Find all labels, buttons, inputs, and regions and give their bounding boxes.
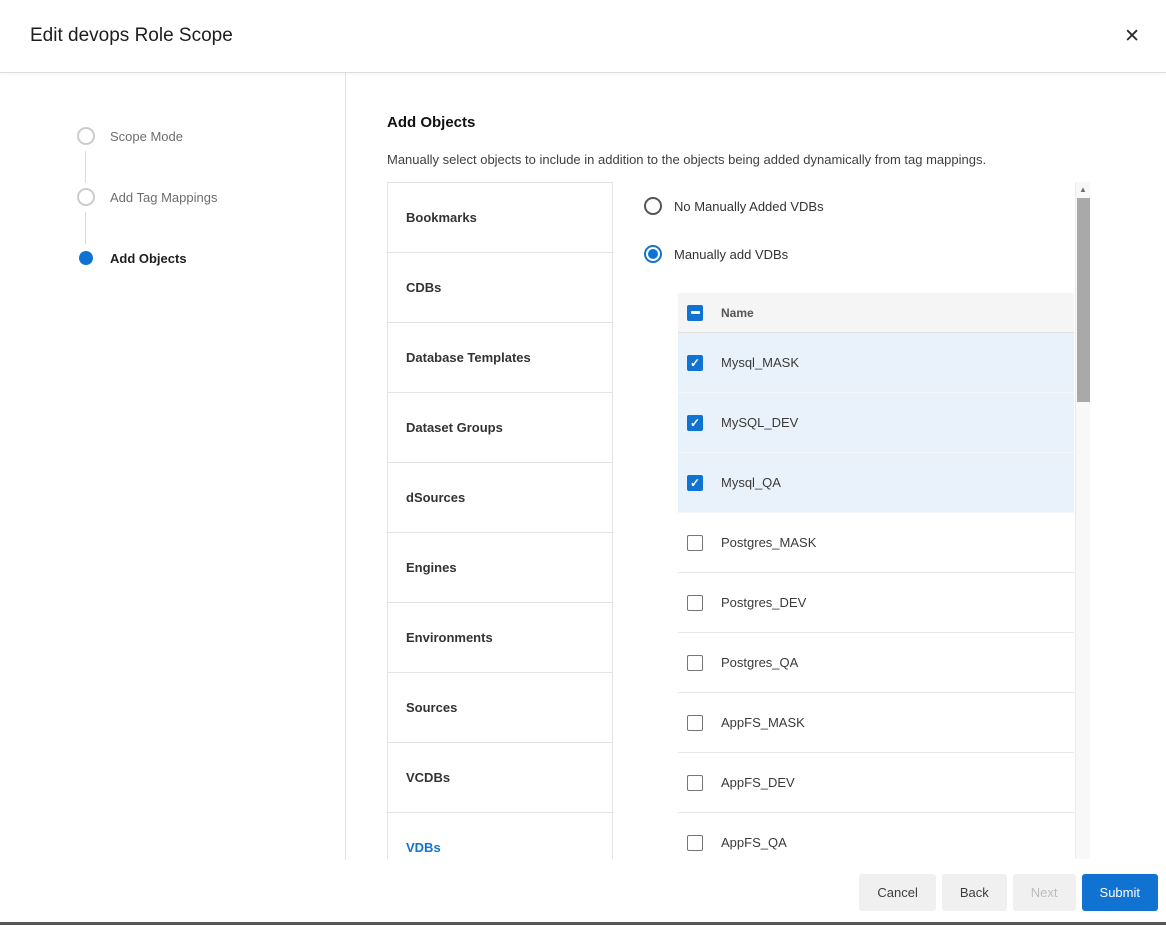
step-content: Add Objects Manually select objects to i… [346,73,1166,860]
category-label: CDBs [406,280,441,295]
row-checkbox[interactable] [687,355,703,371]
row-name: Mysql_MASK [721,355,799,370]
scrollbar-thumb[interactable] [1077,198,1090,402]
radio-label: Manually add VDBs [674,247,788,262]
next-button: Next [1013,874,1076,911]
vdb-mode-radio-group: No Manually Added VDBs Manually add VDBs [644,182,1074,263]
row-name: Postgres_QA [721,655,798,670]
category-label: Environments [406,630,493,645]
category-tab-dataset-groups[interactable]: Dataset Groups [387,393,613,463]
table-row-appfs-dev[interactable]: AppFS_DEV [678,753,1074,813]
row-checkbox[interactable] [687,715,703,731]
table-row-postgres-dev[interactable]: Postgres_DEV [678,573,1074,633]
radio-label: No Manually Added VDBs [674,199,824,214]
stepper-step-add-tag-mappings[interactable]: Add Tag Mappings [77,188,345,249]
category-tab-vcdbs[interactable]: VCDBs [387,743,613,813]
category-tab-environments[interactable]: Environments [387,603,613,673]
wizard-stepper: Scope Mode Add Tag Mappings Add Objects [0,73,346,860]
table-row-appfs-qa[interactable]: AppFS_QA [678,813,1074,859]
table-header-row: Name [678,293,1074,333]
row-name: Mysql_QA [721,475,781,490]
row-name: Postgres_DEV [721,595,806,610]
category-label: Database Templates [406,350,531,365]
table-body: Mysql_MASK MySQL_DEV Mysql_QA Postgres_M… [678,333,1074,859]
step-label: Add Objects [110,250,187,267]
scrollbar-up-button[interactable]: ▲ [1076,182,1090,197]
object-selection-panel: Bookmarks CDBs Database Templates Datase… [387,182,1090,859]
category-label: Engines [406,560,457,575]
row-checkbox[interactable] [687,595,703,611]
name-column-header: Name [721,306,754,320]
table-row-postgres-qa[interactable]: Postgres_QA [678,633,1074,693]
dialog-footer: Cancel Back Next Submit [0,860,1166,925]
table-row-postgres-mask[interactable]: Postgres_MASK [678,513,1074,573]
dialog-title: Edit devops Role Scope [30,25,233,47]
row-checkbox[interactable] [687,535,703,551]
section-description: Manually select objects to include in ad… [387,152,1166,167]
category-label: Dataset Groups [406,420,503,435]
category-tab-sources[interactable]: Sources [387,673,613,743]
category-tab-dsources[interactable]: dSources [387,463,613,533]
submit-button[interactable]: Submit [1082,874,1158,911]
up-arrow-icon: ▲ [1079,186,1087,194]
table-row-mysql-mask[interactable]: Mysql_MASK [678,333,1074,393]
row-name: AppFS_MASK [721,715,805,730]
row-checkbox[interactable] [687,835,703,851]
row-checkbox[interactable] [687,415,703,431]
row-checkbox[interactable] [687,775,703,791]
category-tab-bookmarks[interactable]: Bookmarks [387,183,613,253]
dialog-header: Edit devops Role Scope ✕ [0,0,1166,73]
category-tab-engines[interactable]: Engines [387,533,613,603]
category-tab-database-templates[interactable]: Database Templates [387,323,613,393]
radio-icon [644,245,662,263]
dialog-body: Scope Mode Add Tag Mappings Add Objects … [0,73,1166,860]
scrollbar-track[interactable]: ▲ [1075,182,1090,859]
step-circle-icon [77,188,95,206]
table-row-mysql-qa[interactable]: Mysql_QA [678,453,1074,513]
row-name: MySQL_DEV [721,415,798,430]
table-row-appfs-mask[interactable]: AppFS_MASK [678,693,1074,753]
step-label: Scope Mode [110,128,183,145]
step-circle-icon [77,127,95,145]
object-category-list: Bookmarks CDBs Database Templates Datase… [387,182,613,859]
category-label: VCDBs [406,770,450,785]
row-name: AppFS_QA [721,835,787,850]
category-label: Sources [406,700,457,715]
edit-role-scope-dialog: Edit devops Role Scope ✕ Scope Mode Add … [0,0,1166,925]
stepper-step-scope-mode[interactable]: Scope Mode [77,127,345,188]
category-tab-cdbs[interactable]: CDBs [387,253,613,323]
step-circle-icon [79,251,93,265]
table-row-mysql-dev[interactable]: MySQL_DEV [678,393,1074,453]
close-icon[interactable]: ✕ [1118,21,1146,52]
category-label: dSources [406,490,465,505]
row-name: AppFS_DEV [721,775,795,790]
stepper-step-add-objects[interactable]: Add Objects [77,249,345,310]
category-tab-vdbs[interactable]: VDBs [387,813,613,859]
radio-option-no-manually-added-vdbs[interactable]: No Manually Added VDBs [644,197,1074,215]
row-name: Postgres_MASK [721,535,816,550]
row-checkbox[interactable] [687,655,703,671]
vdb-selection-panel: No Manually Added VDBs Manually add VDBs… [644,182,1090,859]
category-label: Bookmarks [406,210,477,225]
row-checkbox[interactable] [687,475,703,491]
select-all-checkbox[interactable] [687,305,703,321]
radio-option-manually-add-vdbs[interactable]: Manually add VDBs [644,245,1074,263]
back-button[interactable]: Back [942,874,1007,911]
vdb-table: Name Mysql_MASK MySQL_DEV Mysql_QA Postg… [678,293,1074,859]
category-label: VDBs [406,840,441,855]
cancel-button[interactable]: Cancel [859,874,935,911]
section-heading: Add Objects [387,114,1166,132]
step-label: Add Tag Mappings [110,189,217,206]
radio-icon [644,197,662,215]
